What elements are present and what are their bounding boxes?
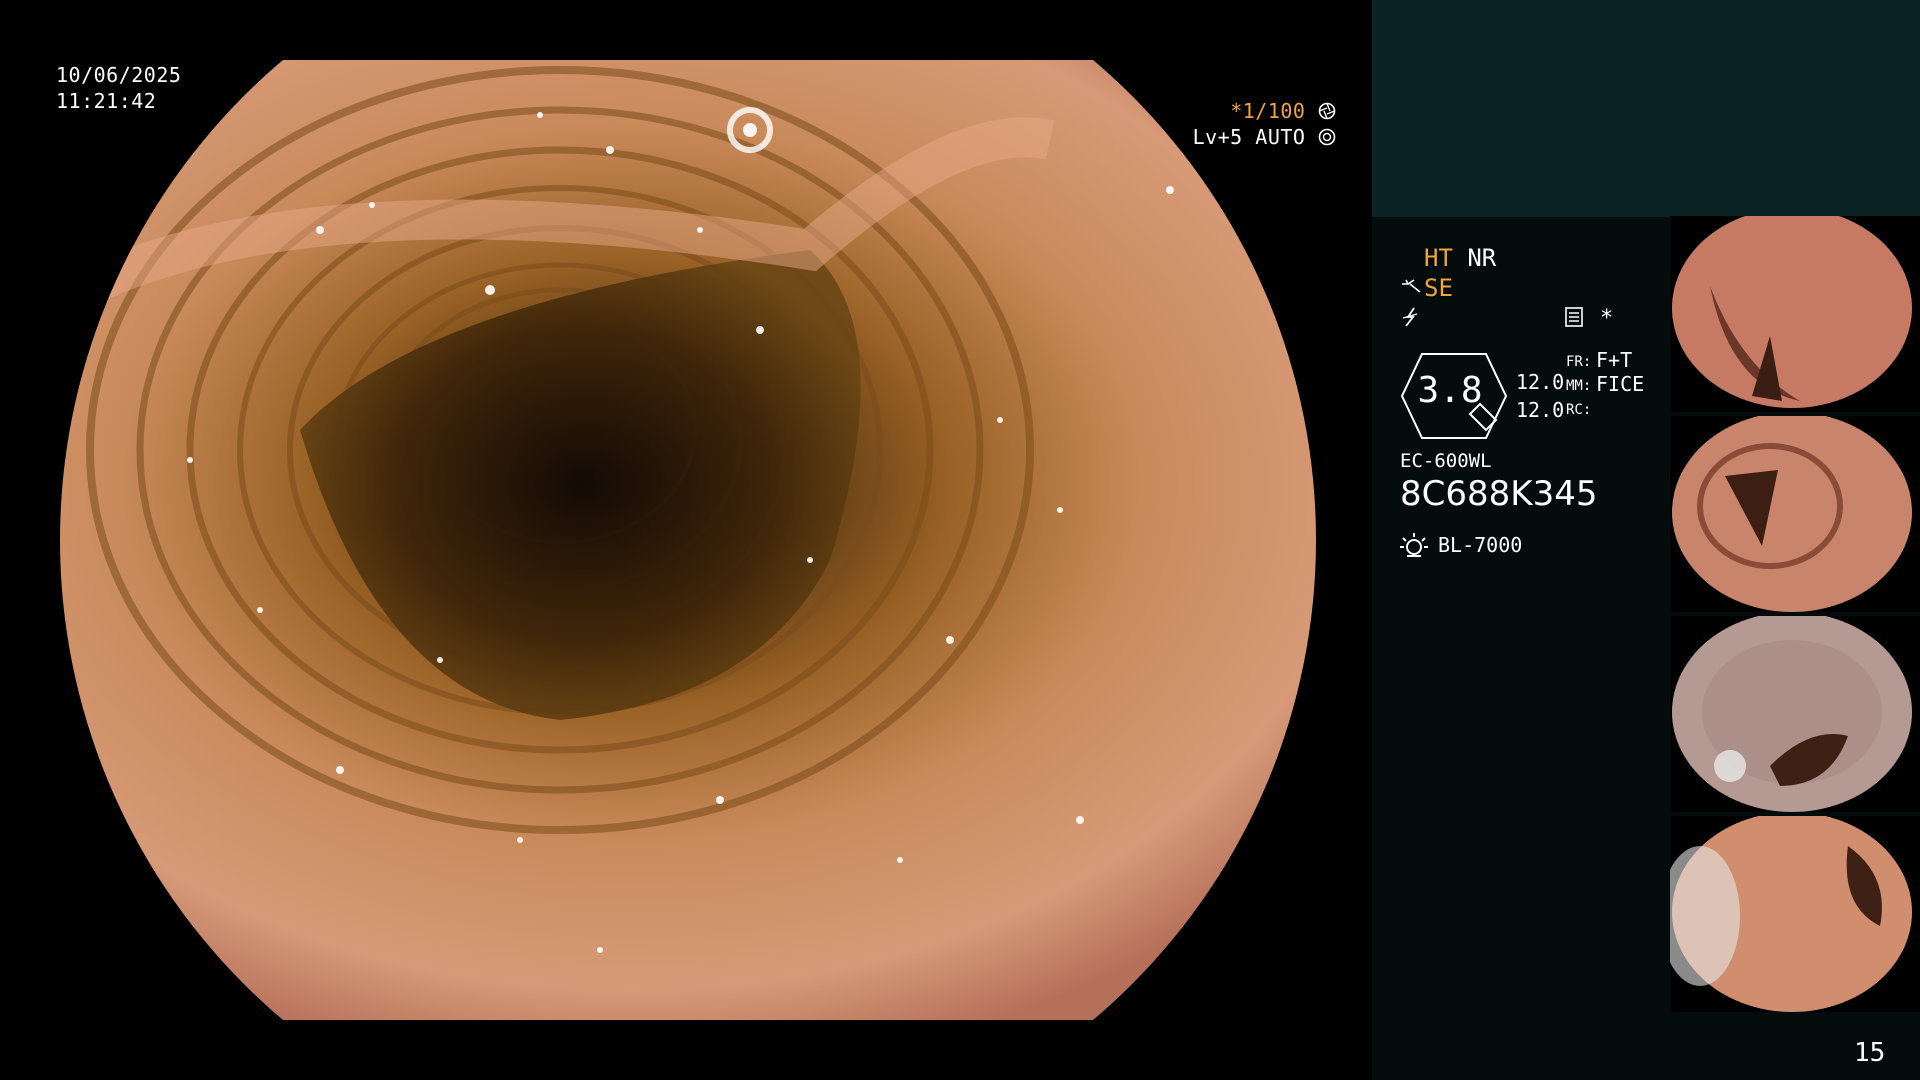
light-source-icon — [1400, 533, 1428, 557]
se-label: SE — [1424, 274, 1453, 302]
mm-value: FICE — [1596, 372, 1645, 396]
auto-label: AUTO — [1255, 125, 1306, 149]
mm-label: MM: — [1566, 378, 1592, 394]
thumbnail-1[interactable] — [1670, 216, 1920, 412]
iris-icon — [1318, 128, 1336, 146]
ht-nr-row: HT NR — [1424, 244, 1496, 272]
shutter-value: 1/100 — [1242, 99, 1306, 123]
star-indicator: * — [1600, 306, 1614, 331]
zoom-value: 3.8 — [1417, 370, 1483, 411]
scope-model: EC-600WL — [1400, 450, 1492, 472]
level-row: Lv+5 AUTO — [1193, 124, 1336, 150]
aperture-icon — [1318, 102, 1336, 120]
endoscopy-image — [0, 0, 1372, 1080]
fr-label: FR: — [1566, 354, 1592, 370]
date-text: 10/06/2025 — [56, 63, 182, 87]
thumbnail-2[interactable] — [1670, 416, 1920, 612]
sidebar-header-panel — [1372, 0, 1920, 217]
level-label: Lv+5 — [1192, 125, 1243, 149]
structure-icon — [1400, 276, 1422, 304]
menu-icon — [1564, 306, 1584, 333]
nr-label: NR — [1467, 244, 1497, 272]
fr-value: F+T — [1596, 348, 1633, 372]
flash-icon — [1400, 306, 1420, 334]
light-source-label: BL-7000 — [1438, 533, 1523, 557]
rc-label: RC: — [1566, 402, 1592, 418]
value-b: 12.0 — [1516, 398, 1565, 422]
time-text: 11:21:42 — [56, 89, 157, 113]
ht-label: HT — [1424, 244, 1453, 272]
exposure-readout: *1/100 Lv+5 AUTO — [1193, 98, 1336, 150]
scope-serial: 8C688K345 — [1400, 474, 1598, 514]
page-number: 15 — [1854, 1038, 1886, 1068]
date-time-readout: 10/06/2025 11:21:42 — [56, 62, 181, 114]
thumbnail-3[interactable] — [1670, 616, 1920, 812]
value-a: 12.0 — [1516, 370, 1565, 394]
thumbnail-4[interactable] — [1670, 816, 1920, 1012]
endoscopy-live-view: 10/06/2025 11:21:42 *1/100 Lv+5 AUTO — [0, 0, 1372, 1080]
shutter-row: *1/100 — [1193, 98, 1336, 124]
shutter-prefix: * — [1230, 99, 1243, 123]
